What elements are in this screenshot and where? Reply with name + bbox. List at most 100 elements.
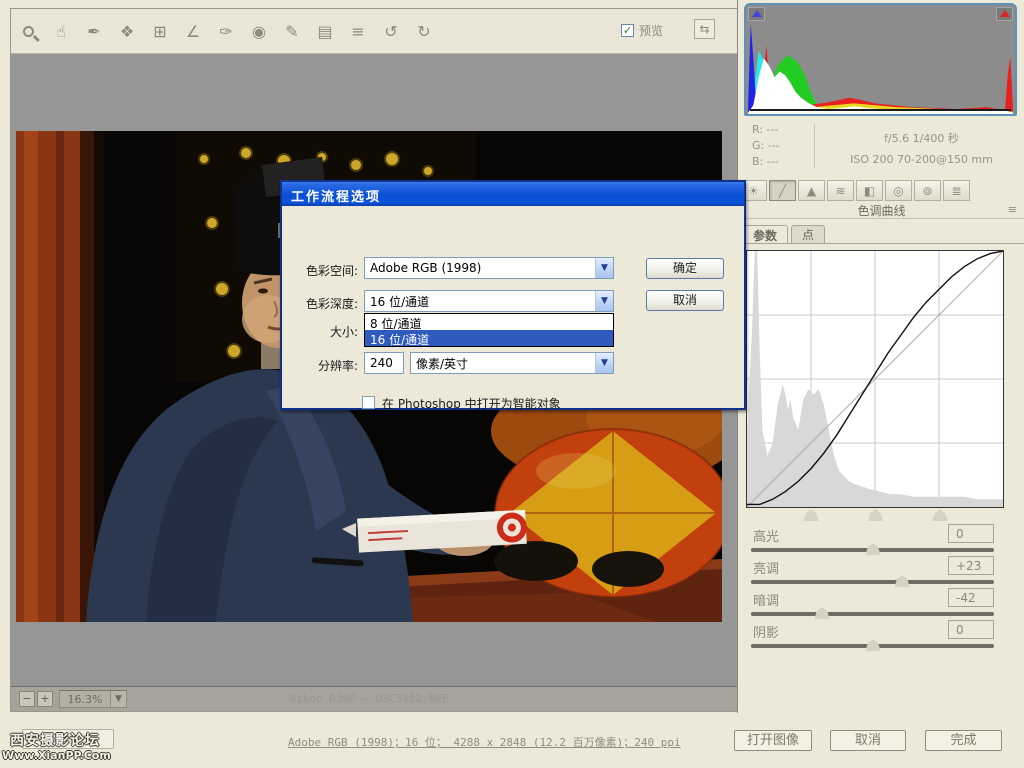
slider-thumb[interactable] <box>814 607 829 619</box>
size-label: 大小: <box>286 323 358 340</box>
resolution-unit-select[interactable]: 像素/英寸 ▼ <box>410 352 614 374</box>
zoom-level-select[interactable]: 16.3% ▼ <box>59 690 127 708</box>
toggle-fullscreen-icon[interactable]: ⇆ <box>694 19 715 39</box>
tab-tone-curve[interactable]: ╱ <box>769 180 796 201</box>
ok-button[interactable]: 确定 <box>646 258 724 279</box>
zoom-out-button[interactable]: − <box>19 691 35 707</box>
toolbar: ☝ ✒ ❖ ⊞ ∠ ✑ ◉ ✎ ▤ ≡ ↺ ↻ ✓ 预览 ⇆ <box>11 9 737 54</box>
slider-value-box[interactable]: 0 <box>948 524 994 543</box>
curve-tab-1[interactable]: 点 <box>791 225 825 243</box>
tone-sliders: 高光 0 亮调 +23 暗调 -42 阴影 0 <box>738 524 1024 652</box>
check-icon: ✓ <box>623 24 632 37</box>
color-depth-dropdown-list: 8 位/通道16 位/通道 <box>364 313 614 347</box>
resolution-input[interactable] <box>364 352 404 374</box>
watermark-line2: Www.XianPP.Com <box>2 749 111 762</box>
tab-lens-corrections[interactable]: ◎ <box>885 180 912 201</box>
dialog-titlebar[interactable]: 工作流程选项 <box>282 182 744 206</box>
straighten-tool-icon[interactable]: ∠ <box>182 18 204 44</box>
tab-camera-calibration[interactable]: ⊚ <box>914 180 941 201</box>
zoom-tool-icon[interactable] <box>17 18 39 44</box>
slider-thumb[interactable] <box>866 639 881 651</box>
preview-control: ✓ 预览 <box>621 22 663 39</box>
tab-detail[interactable]: ▲ <box>798 180 825 201</box>
filename-label: Nikon D300 — DSC3452.NEF <box>290 692 449 705</box>
camera-raw-window: ☝ ✒ ❖ ⊞ ∠ ✑ ◉ ✎ ▤ ≡ ↺ ↻ ✓ 预览 ⇆ <box>0 0 1024 768</box>
color-depth-label: 色彩深度: <box>286 295 358 312</box>
slider-value-box[interactable]: -42 <box>948 588 994 607</box>
region-handle-0[interactable] <box>804 509 819 521</box>
iso-lens-line: ISO 200 70-200@150 mm <box>822 149 1021 170</box>
slider-value-box[interactable]: +23 <box>948 556 994 575</box>
cancel-button[interactable]: 取消 <box>646 290 724 311</box>
crop-tool-icon[interactable]: ⊞ <box>149 18 171 44</box>
slider-label: 暗调 <box>753 590 779 609</box>
preview-checkbox[interactable]: ✓ <box>621 24 634 37</box>
highlight-clip-icon <box>1000 10 1010 17</box>
dialog-title: 工作流程选项 <box>291 190 381 205</box>
rgb-readout: R: --- G: --- B: --- <box>752 122 780 170</box>
workflow-status-link[interactable]: Adobe RGB (1998)；16 位； 4288 x 2848 (12.2… <box>288 734 681 750</box>
cancel-button[interactable]: 取消 <box>830 730 906 751</box>
spot-removal-tool-icon[interactable]: ✑ <box>215 18 237 44</box>
graduated-filter-tool-icon[interactable]: ▤ <box>314 18 336 44</box>
curve-tab-0[interactable]: 参数 <box>742 225 788 244</box>
slider-track[interactable] <box>751 644 994 648</box>
white-balance-tool-icon[interactable]: ✒ <box>83 18 105 44</box>
smart-object-checkbox[interactable] <box>362 396 375 409</box>
panel-menu-icon[interactable]: ≡ <box>1008 203 1017 216</box>
bottom-bar: 存储图像... 西安摄影论坛 Www.XianPP.Com Adobe RGB … <box>0 713 1024 768</box>
slider-track[interactable] <box>751 612 994 616</box>
red-eye-tool-icon[interactable]: ◉ <box>248 18 270 44</box>
slider-label: 亮调 <box>753 558 779 577</box>
adjustment-tabs: ☀╱▲≋◧◎⊚≣ <box>740 180 970 201</box>
slider-thumb[interactable] <box>866 543 881 555</box>
zoom-in-button[interactable]: + <box>37 691 53 707</box>
slider-row-3: 阴影 0 <box>738 620 1024 652</box>
r-value: R: --- <box>752 122 780 138</box>
panel-title: 色调曲线 <box>738 202 1024 219</box>
rgb-histogram-plot <box>748 21 1013 115</box>
zoom-bar: − + 16.3% ▼ Nikon D300 — DSC3452.NEF <box>11 687 737 711</box>
hand-tool-icon[interactable]: ☝ <box>50 18 72 44</box>
chevron-down-icon: ▼ <box>595 258 613 278</box>
rotate-ccw-tool-icon[interactable]: ↺ <box>380 18 402 44</box>
depth-option-1[interactable]: 16 位/通道 <box>365 330 613 346</box>
preview-label: 预览 <box>639 22 663 39</box>
adjustment-brush-tool-icon[interactable]: ✎ <box>281 18 303 44</box>
tool-row: ☝ ✒ ❖ ⊞ ∠ ✑ ◉ ✎ ▤ ≡ ↺ ↻ <box>17 18 435 44</box>
color-depth-select[interactable]: 16 位/通道 ▼ <box>364 290 614 312</box>
tab-hsl-grayscale[interactable]: ≋ <box>827 180 854 201</box>
color-space-select[interactable]: Adobe RGB (1998) ▼ <box>364 257 614 279</box>
slider-track[interactable] <box>751 548 994 552</box>
shadow-clip-icon <box>752 10 762 17</box>
curve-mode-tabs: 参数点 <box>742 225 828 244</box>
slider-value-box[interactable]: 0 <box>948 620 994 639</box>
done-button[interactable]: 完成 <box>925 730 1002 751</box>
chevron-down-icon: ▼ <box>110 691 126 707</box>
slider-track[interactable] <box>751 580 994 584</box>
tone-curve-chart[interactable] <box>746 250 1004 508</box>
rotate-cw-tool-icon[interactable]: ↻ <box>413 18 435 44</box>
tab-presets[interactable]: ≣ <box>943 180 970 201</box>
color-sampler-tool-icon[interactable]: ❖ <box>116 18 138 44</box>
chevron-down-icon: ▼ <box>595 291 613 311</box>
workflow-options-dialog: 工作流程选项 色彩空间: Adobe RGB (1998) ▼ 确定 色彩深度:… <box>280 180 746 410</box>
tab-split-toning[interactable]: ◧ <box>856 180 883 201</box>
slider-thumb[interactable] <box>895 575 910 587</box>
highlight-clipping-button[interactable] <box>996 7 1013 21</box>
slider-label: 高光 <box>753 526 779 545</box>
slider-label: 阴影 <box>753 622 779 641</box>
exif-readout: f/5.6 1/400 秒 ISO 200 70-200@150 mm <box>822 128 1021 170</box>
panel-title-row: 色调曲线 ≡ <box>738 202 1024 219</box>
depth-option-0[interactable]: 8 位/通道 <box>365 314 613 330</box>
watermark-line1: 西安摄影论坛 <box>10 730 100 750</box>
region-handle-1[interactable] <box>868 509 883 521</box>
open-image-button[interactable]: 打开图像 <box>734 730 812 751</box>
shadow-clipping-button[interactable] <box>748 7 765 21</box>
region-handle-2[interactable] <box>933 509 948 521</box>
preferences-tool-icon[interactable]: ≡ <box>347 18 369 44</box>
histogram-baseline <box>750 109 1011 111</box>
adjustments-panel: R: --- G: --- B: --- f/5.6 1/400 秒 ISO 2… <box>737 0 1024 713</box>
slider-row-1: 亮调 +23 <box>738 556 1024 588</box>
tone-curve-plot <box>747 251 1003 507</box>
